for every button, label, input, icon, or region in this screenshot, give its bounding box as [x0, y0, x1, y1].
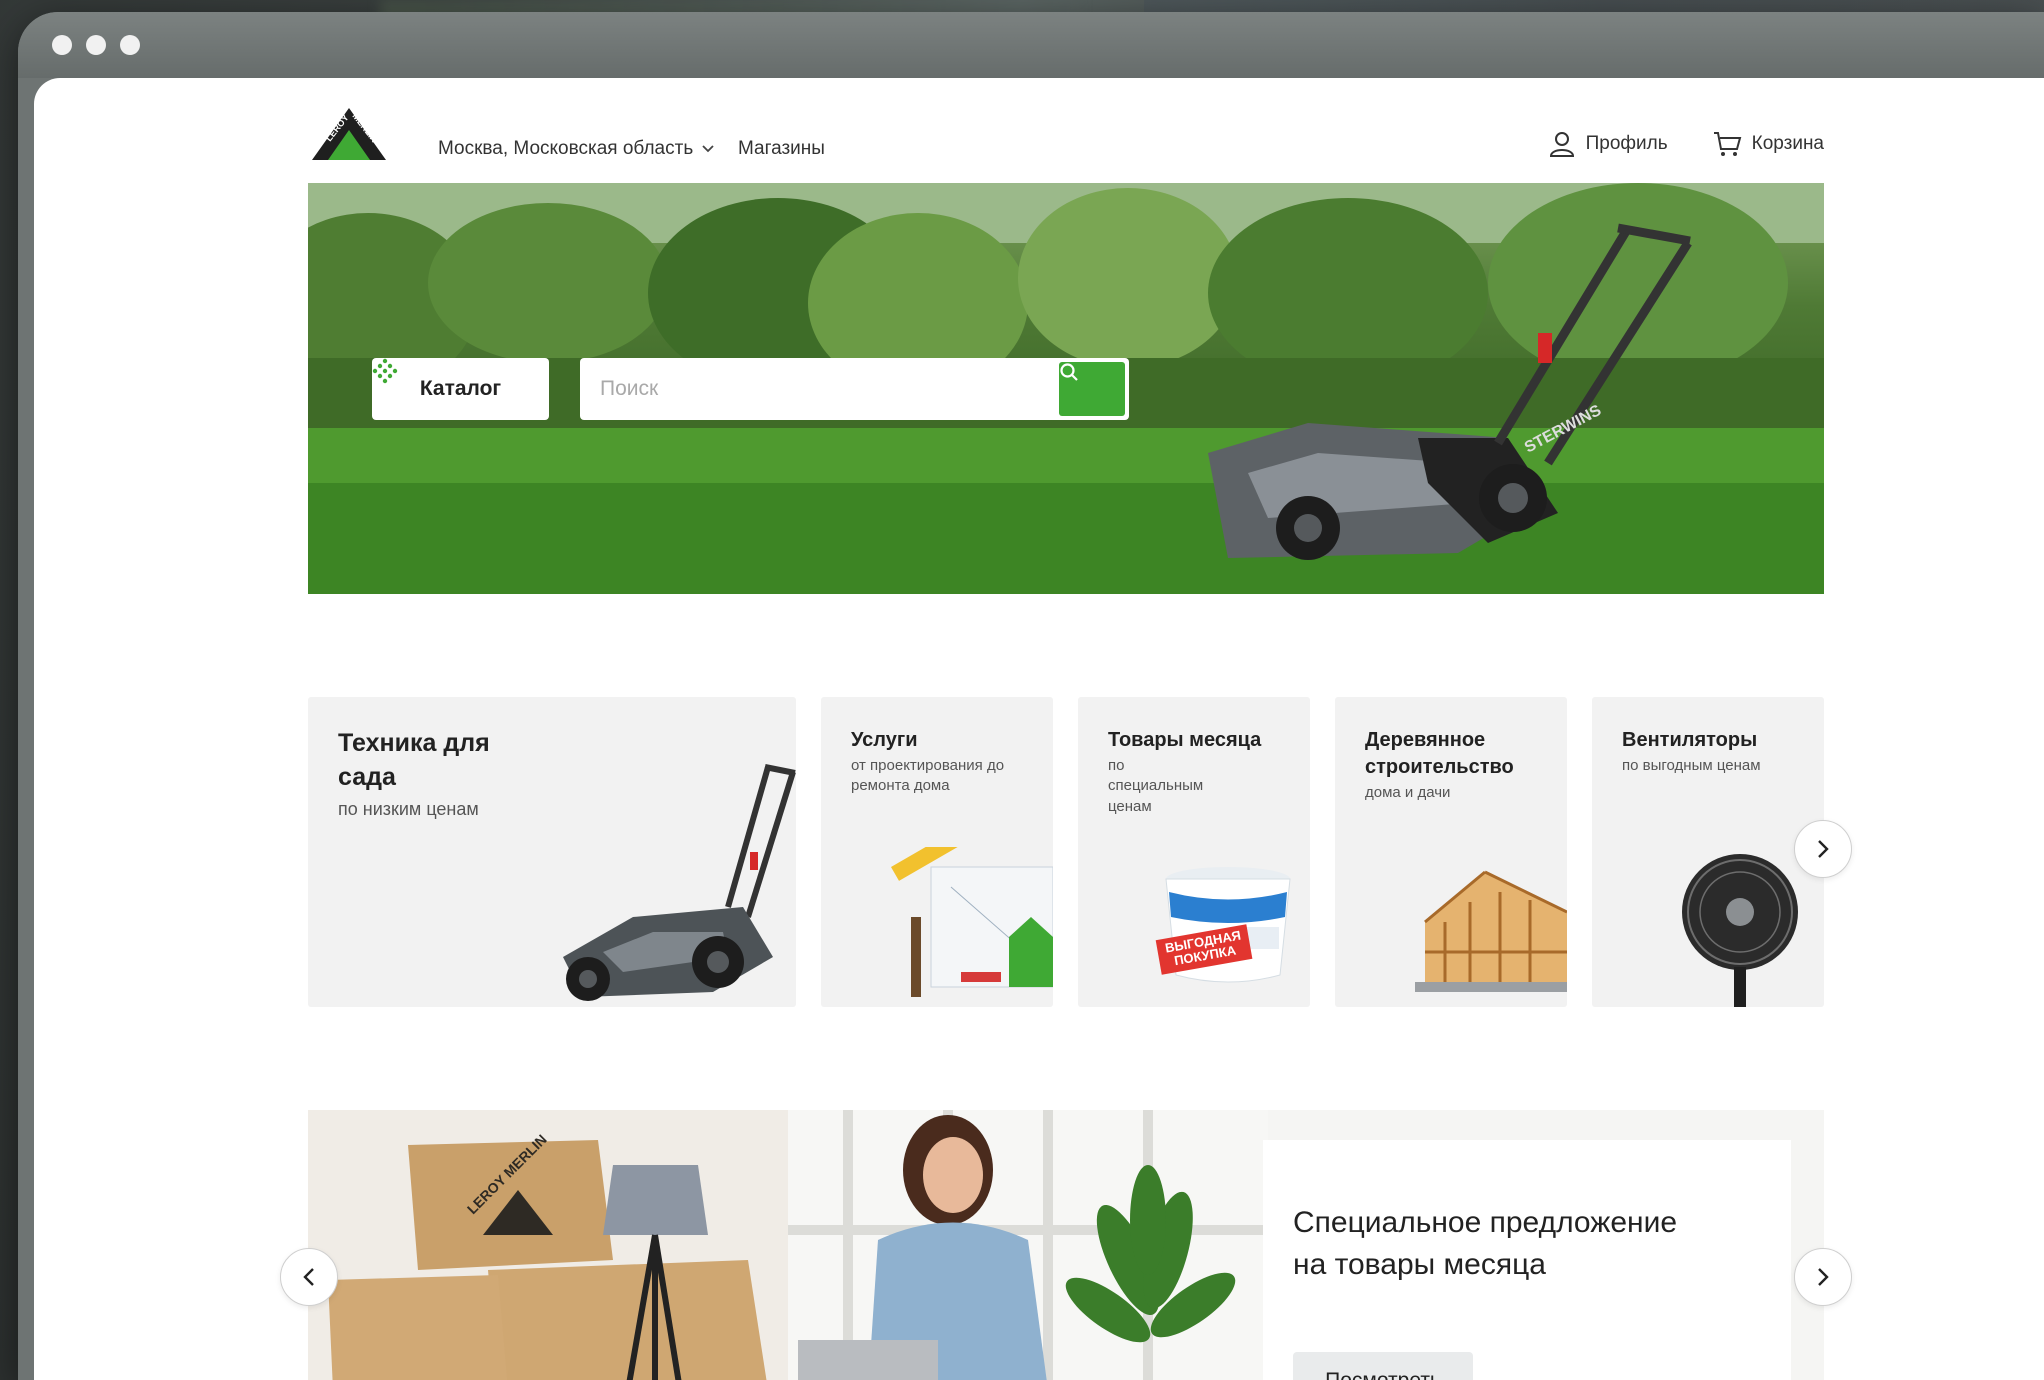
leroy-merlin-logo[interactable]: LEROY MERLIN — [308, 104, 390, 164]
tools-icon — [891, 847, 1053, 997]
catalog-button[interactable]: Каталог — [372, 358, 549, 420]
wooden-house-icon — [1415, 870, 1567, 992]
cart-link[interactable]: Корзина — [1712, 130, 1824, 158]
window-dot-minimize[interactable] — [86, 35, 106, 55]
profile-link[interactable]: Профиль — [1548, 130, 1668, 158]
search-button[interactable] — [1059, 362, 1125, 416]
window-dot-close[interactable] — [52, 35, 72, 55]
catalog-grid-icon — [372, 358, 398, 384]
promo-prev-button[interactable] — [280, 1248, 338, 1306]
lawn-mower-icon — [563, 764, 796, 1001]
region-selector[interactable]: Москва, Московская область — [438, 138, 715, 160]
card-title: Техника для сада по низким ценам — [338, 727, 538, 821]
card-fans[interactable]: Вентиляторы по выгодным ценам — [1592, 697, 1824, 1007]
promo-title: Специальное предложение на товары месяца — [1293, 1206, 1678, 1281]
card-subtitle: дома и дачи — [1365, 784, 1451, 801]
promo-next-button[interactable] — [1794, 1248, 1852, 1306]
chevron-right-icon — [1818, 840, 1829, 858]
chevron-left-icon — [303, 1268, 314, 1286]
card-title: Вентиляторы по выгодным ценам — [1622, 727, 1802, 776]
card-garden-equipment[interactable]: Техника для сада по низким ценам — [308, 697, 796, 1007]
card-title-text: Деревянное строительство — [1365, 729, 1514, 778]
promo-banner: LEROY MERLIN Специальное предложение на … — [308, 1110, 1824, 1380]
card-title-text: Услуги — [851, 729, 918, 751]
card-title: Товары месяца по специальным ценам — [1108, 727, 1288, 817]
card-products-of-month[interactable]: Товары месяца по специальным ценам ВЫГОД… — [1078, 697, 1310, 1007]
chevron-right-icon — [1818, 1268, 1829, 1286]
window-titlebar — [18, 12, 2044, 78]
cart-icon — [1713, 132, 1741, 156]
card-title-text: Техника для сада — [338, 729, 490, 791]
promo-panel: Специальное предложение на товары месяца… — [1263, 1140, 1791, 1380]
window-dot-maximize[interactable] — [120, 35, 140, 55]
hero-banner: STERWINS Каталог — [308, 183, 1824, 594]
profile-label: Профиль — [1585, 133, 1668, 154]
card-title: Услуги от проектирования до ремонта дома — [851, 727, 1026, 797]
search-box — [580, 358, 1129, 420]
card-title: Деревянное строительство дома и дачи — [1365, 727, 1535, 803]
fan-icon — [1682, 854, 1798, 1007]
search-input[interactable] — [600, 377, 1040, 401]
web-page: LEROY MERLIN Москва, Московская область … — [34, 78, 2044, 1380]
card-subtitle: по низким ценам — [338, 798, 479, 819]
cards-next-button[interactable] — [1794, 820, 1852, 878]
window-controls — [52, 35, 140, 55]
card-services[interactable]: Услуги от проектирования до ремонта дома — [821, 697, 1053, 1007]
chevron-down-icon — [702, 145, 714, 153]
site-header: LEROY MERLIN Москва, Московская область … — [308, 102, 1824, 182]
user-icon — [1549, 132, 1574, 157]
catalog-label: Каталог — [419, 377, 502, 400]
card-subtitle: по специальным ценам — [1108, 757, 1204, 815]
cart-label: Корзина — [1751, 133, 1824, 154]
stores-link[interactable]: Магазины — [738, 138, 825, 160]
header-actions: Профиль Корзина — [1548, 130, 1824, 158]
promo-view-button[interactable]: Посмотреть — [1293, 1352, 1473, 1380]
category-cards: Техника для сада по низким ценам Услуги … — [308, 697, 1824, 1007]
card-wooden-construction[interactable]: Деревянное строительство дома и дачи — [1335, 697, 1567, 1007]
card-title-text: Товары месяца — [1108, 729, 1262, 751]
region-label: Москва, Московская область — [438, 138, 694, 159]
card-subtitle: по выгодным ценам — [1622, 757, 1761, 774]
card-title-text: Вентиляторы — [1622, 729, 1758, 751]
card-subtitle: от проектирования до ремонта дома — [851, 757, 1005, 795]
search-icon — [1060, 363, 1078, 381]
